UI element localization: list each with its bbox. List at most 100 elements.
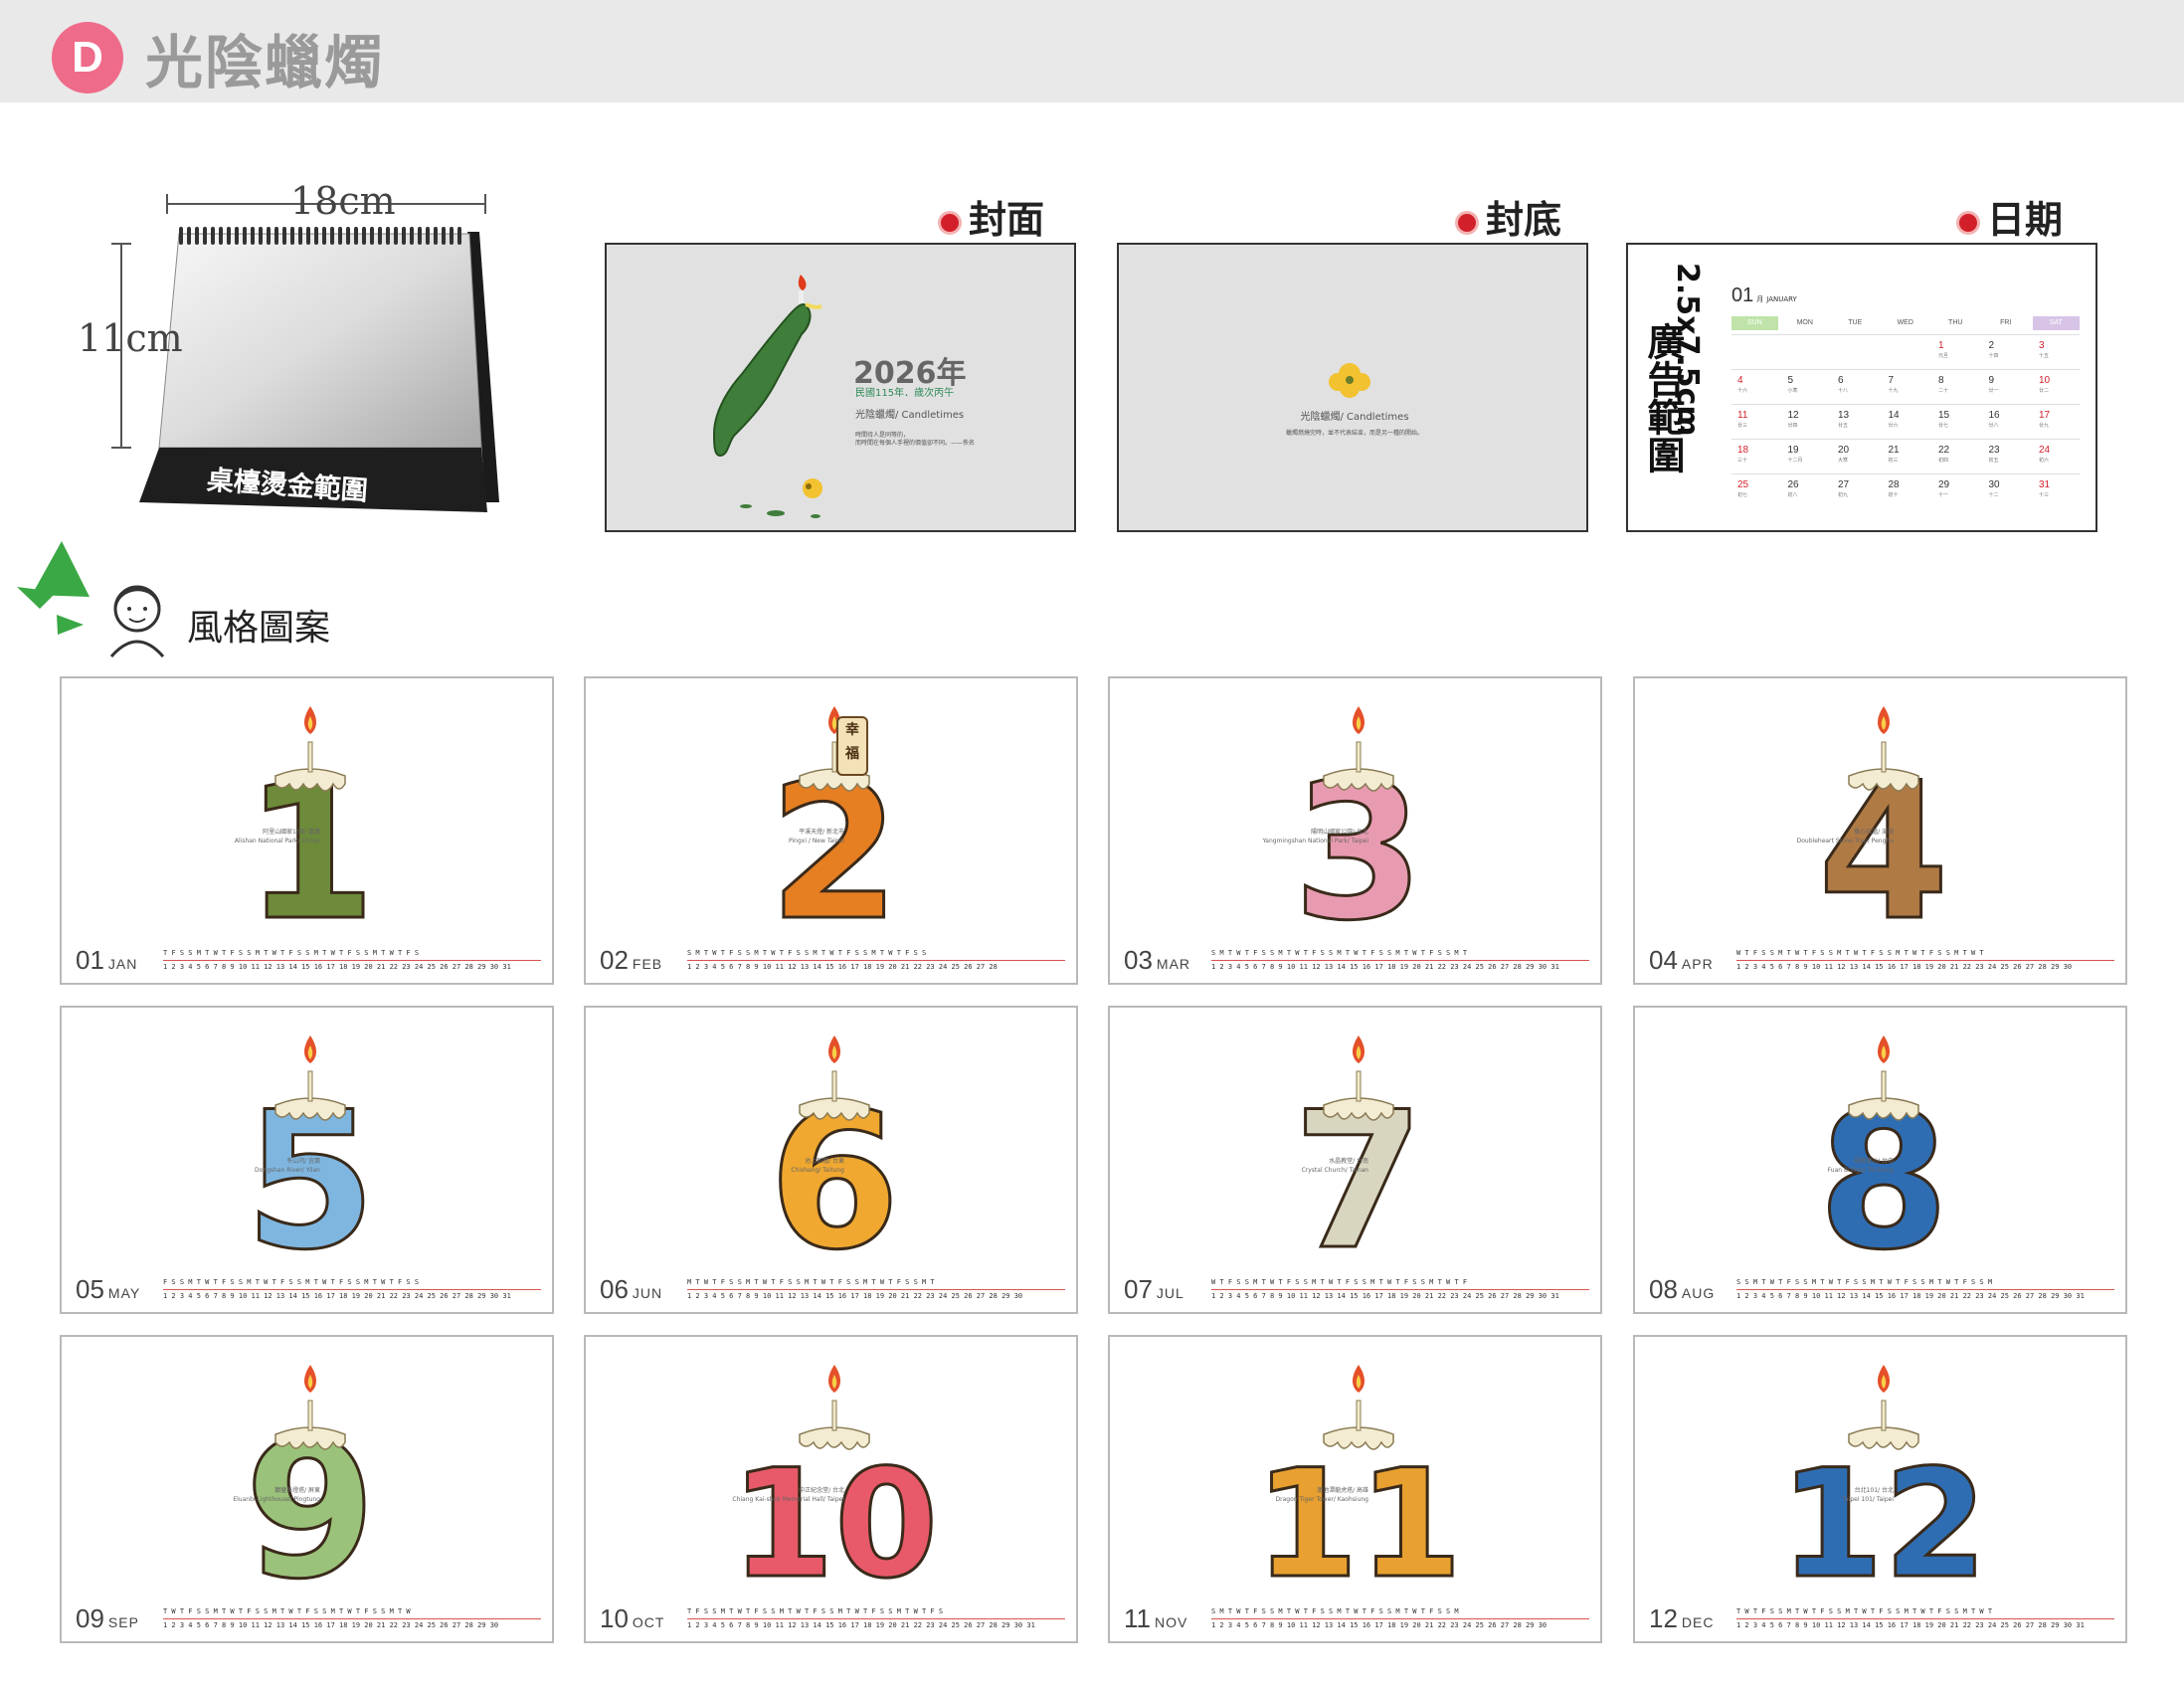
month-label: 01 JAN: [76, 945, 137, 976]
weekday-strip: T F S S M T W T F S S M T W T F S S M T …: [163, 949, 420, 957]
candle-wick: [1356, 741, 1362, 773]
month-number: 12: [1649, 1603, 1678, 1633]
candle-number-illustration: 5: [243, 1035, 378, 1266]
landmark-caption-en: Fuan Bridge/ Taichung: [1827, 1167, 1894, 1174]
candle-wick: [831, 1400, 837, 1431]
landmark-caption-cn: 平溪天燈/ 新北市: [799, 829, 844, 836]
month-label: 06 JUN: [600, 1274, 662, 1305]
month-name: DEC: [1681, 1614, 1715, 1630]
candle-number-illustration: 8: [1816, 1035, 1951, 1266]
date-strip-rule: [1211, 1618, 1589, 1619]
landmark-caption-cn: 阿里山國家公園/ 嘉義: [263, 829, 320, 836]
landmark-caption-en: Alishan National Park/ Chiayi: [234, 838, 320, 845]
month-number: 02: [600, 945, 629, 975]
landmark-caption-cn: 台北101/ 台北: [1854, 1487, 1894, 1494]
month-number: 09: [76, 1603, 104, 1633]
landmark-caption: 阿里山國家公園/ 嘉義 Alishan National Park/ Chiayi: [181, 828, 320, 846]
landmark-caption-en: Dongshan River/ Yilan: [255, 1167, 320, 1174]
landmark-caption: 福爾摩沙/ 台中 Fuan Bridge/ Taichung: [1754, 1157, 1894, 1175]
weekday-strip: W T F S S M T W T F S S M T W T F S S M …: [1211, 1278, 1468, 1286]
month-name: NOV: [1155, 1614, 1188, 1630]
month-label: 11 NOV: [1124, 1603, 1187, 1634]
landmark-caption: 陽明山國家公園/ 台北 Yangmingshan National Park/ T…: [1229, 828, 1368, 846]
candle-number-illustration: 12: [1778, 1365, 1989, 1596]
date-strip: 1 2 3 4 5 6 7 8 9 10 11 12 13 14 15 16 1…: [163, 1621, 499, 1629]
landmark-caption: 中正紀念堂/ 台北 Chiang Kai-shek Memorial Hall/ …: [705, 1486, 844, 1504]
month-label: 10 OCT: [600, 1603, 664, 1634]
landmark-caption-cn: 池上稻穗/ 台東: [805, 1158, 844, 1165]
landmark-caption: 水晶教堂/ 台南 Crystal Church/ Tainan: [1229, 1157, 1368, 1175]
month-card-jul: 7 水晶教堂/ 台南 Crystal Church/ Tainan 07 JUL W T …: [1108, 1006, 1602, 1314]
date-strip: 1 2 3 4 5 6 7 8 9 10 11 12 13 14 15 16 1…: [163, 1292, 511, 1300]
month-name: MAY: [107, 1285, 141, 1301]
landmark-caption: 冬山河/ 宜蘭 Dongshan River/ Yilan: [181, 1157, 320, 1175]
month-number: 08: [1649, 1274, 1678, 1304]
month-card-sep: 9 鵝鑾鼻燈塔/ 屏東 Eluanbi Lighthouse/ Pingtung 09…: [60, 1335, 554, 1643]
landmark-caption-en: Chishang/ Taitung: [791, 1167, 844, 1174]
date-strip-rule: [1736, 1618, 2114, 1619]
weekday-strip: T F S S M T W T F S S M T W T F S S M T …: [687, 1607, 944, 1615]
weekday-strip: M T W T F S S M T W T F S S M T W T F S …: [687, 1278, 935, 1286]
date-strip-rule: [1211, 960, 1589, 961]
month-label: 09 SEP: [76, 1603, 139, 1634]
lantern-char-1: 幸: [845, 722, 859, 738]
month-name: AUG: [1681, 1285, 1716, 1301]
date-strip: 1 2 3 4 5 6 7 8 9 10 11 12 13 14 15 16 1…: [1211, 1292, 1559, 1300]
date-strip-rule: [163, 1289, 541, 1290]
month-name: JUL: [1156, 1285, 1184, 1301]
month-label: 12 DEC: [1649, 1603, 1714, 1634]
date-strip: 1 2 3 4 5 6 7 8 9 10 11 12 13 14 15 16 1…: [163, 963, 511, 971]
landmark-caption-cn: 雙心石滬/ 澎湖: [1854, 829, 1894, 836]
landmark-caption: 平溪天燈/ 新北市 Pingxi / New Taipei: [705, 828, 844, 846]
month-name: SEP: [107, 1614, 139, 1630]
month-name: JUN: [632, 1285, 663, 1301]
date-strip: 1 2 3 4 5 6 7 8 9 10 11 12 13 14 15 16 1…: [1736, 963, 2073, 971]
landmark-caption: 台北101/ 台北 Taipei 101/ Taipei: [1754, 1486, 1894, 1504]
month-card-mar: 3 陽明山國家公園/ 台北 Yangmingshan National Park/ …: [1108, 676, 1602, 985]
month-card-jun: 6 池上稻穗/ 台東 Chishang/ Taitung 06 JUN M T W T F…: [584, 1006, 1078, 1314]
weekday-strip: F S S M T W T F S S M T W T F S S M T W …: [163, 1278, 420, 1286]
candle-digit: 12: [1780, 1438, 1988, 1596]
date-strip-rule: [1736, 1289, 2114, 1290]
landmark-caption: 池上稻穗/ 台東 Chishang/ Taitung: [705, 1157, 844, 1175]
date-strip: 1 2 3 4 5 6 7 8 9 10 11 12 13 14 15 16 1…: [1736, 1621, 2085, 1629]
landmark-caption-cn: 鵝鑾鼻燈塔/ 屏東: [274, 1487, 320, 1494]
landmark-caption-en: Dragon Tiger Tower/ Kaohsiung: [1275, 1496, 1368, 1503]
candle-wick: [307, 1070, 313, 1102]
weekday-strip: S M T W T F S S M T W T F S S M T W T F …: [1211, 1607, 1459, 1615]
date-strip-rule: [687, 960, 1065, 961]
month-label: 08 AUG: [1649, 1274, 1715, 1305]
date-strip-rule: [687, 1289, 1065, 1290]
month-label: 07 JUL: [1124, 1274, 1184, 1305]
month-card-oct: 10 中正紀念堂/ 台北 Chiang Kai-shek Memorial Hall…: [584, 1335, 1078, 1643]
month-card-may: 5 冬山河/ 宜蘭 Dongshan River/ Yilan 05 MAY F S S …: [60, 1006, 554, 1314]
weekday-strip: S S M T W T F S S M T W T F S S M T W T …: [1736, 1278, 1993, 1286]
date-strip: 1 2 3 4 5 6 7 8 9 10 11 12 13 14 15 16 1…: [687, 1292, 1023, 1300]
candle-wick: [1881, 1400, 1887, 1431]
candle-digit: 10: [731, 1438, 939, 1596]
sky-lantern: 幸福: [836, 716, 868, 776]
month-number: 06: [600, 1274, 629, 1304]
candle-number-illustration: 3: [1291, 706, 1426, 937]
landmark-caption: 蓮池潭龍虎塔/ 高雄 Dragon Tiger Tower/ Kaohsiung: [1229, 1486, 1368, 1504]
month-label: 03 MAR: [1124, 945, 1190, 976]
date-strip: 1 2 3 4 5 6 7 8 9 10 11 12 13 14 15 16 1…: [1211, 1621, 1547, 1629]
month-name: OCT: [632, 1614, 665, 1630]
candle-number-illustration: 6: [767, 1035, 902, 1266]
date-strip: 1 2 3 4 5 6 7 8 9 10 11 12 13 14 15 16 1…: [687, 1621, 1035, 1629]
candle-number-illustration: 2: [767, 706, 902, 937]
month-card-nov: 11 蓮池潭龍虎塔/ 高雄 Dragon Tiger Tower/ Kaohsiun…: [1108, 1335, 1602, 1643]
candle-wick: [307, 1400, 313, 1431]
month-number: 11: [1124, 1603, 1151, 1633]
landmark-caption: 雙心石滬/ 澎湖 Doubleheart Stone Trap/ Penghu: [1754, 828, 1894, 846]
candle-digit: 11: [1255, 1438, 1463, 1596]
candle-number-illustration: 4: [1816, 706, 1951, 937]
candle-wick: [1356, 1070, 1362, 1102]
month-label: 05 MAY: [76, 1274, 140, 1305]
landmark-caption-en: Taipei 101/ Taipei: [1842, 1496, 1894, 1503]
weekday-strip: T W T F S S M T W T F S S M T W T F S S …: [1736, 1607, 1993, 1615]
month-card-aug: 8 福爾摩沙/ 台中 Fuan Bridge/ Taichung 08 AUG S S M…: [1633, 1006, 2127, 1314]
candle-wick: [1881, 1070, 1887, 1102]
date-strip-rule: [163, 1618, 541, 1619]
weekday-strip: S M T W T F S S M T W T F S S M T W T F …: [687, 949, 927, 957]
